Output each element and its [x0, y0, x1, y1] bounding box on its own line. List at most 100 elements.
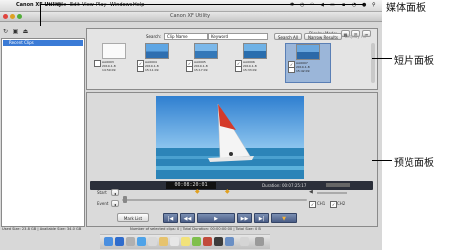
bluetooth-icon[interactable]: ✱	[290, 2, 294, 8]
clip-thumbnail[interactable]: ✓ AA0005 2010-1-8 15:17:09	[184, 43, 225, 81]
spotlight-icon[interactable]: ⚲	[372, 2, 376, 8]
video-frame	[156, 96, 304, 179]
keyword-input[interactable]: Keyword	[208, 33, 268, 40]
eject-icon[interactable]: ⏏	[22, 28, 29, 35]
mark-list-button[interactable]: Mark List	[117, 213, 149, 222]
clip-thumbnail[interactable]: ✓ AA0006 2010-1-8 15:33:09	[233, 43, 274, 81]
ch2-checkbox[interactable]: ✓	[330, 201, 337, 208]
clip-checkbox[interactable]	[94, 60, 101, 67]
clip-thumbnail[interactable]: AA0003 2010-1-8 14:59:09	[92, 43, 133, 81]
menu-help[interactable]: Help	[133, 2, 144, 8]
callout-line-media	[40, 4, 364, 5]
search-label: Search:	[146, 34, 162, 39]
menu-bar: Canon XF Utility File Edit View Play Win…	[0, 0, 382, 12]
clip-panel: Display Mode: ▦ ☰ ≡ Search: Clip Name Ke…	[86, 28, 378, 90]
preview-app-icon[interactable]	[225, 237, 234, 246]
add-mark-button[interactable]: ▼	[271, 213, 297, 223]
ch1-checkbox[interactable]: ✓	[309, 201, 316, 208]
clip-panel-callout: 短片面板	[394, 56, 434, 67]
clip-meta: AA0004 2010-1-8 15:11:09	[145, 60, 159, 72]
volume-slider[interactable]	[317, 192, 347, 194]
calendar-icon[interactable]	[170, 237, 179, 246]
clip-image	[296, 44, 320, 60]
clip-image	[102, 43, 126, 59]
search-field-select[interactable]: Clip Name	[164, 33, 208, 40]
media-toolbar: ↻ ▣ ⏏	[1, 27, 83, 38]
close-window-button[interactable]	[3, 14, 8, 19]
system-preferences-icon[interactable]	[126, 237, 135, 246]
timecode-display: 00:08:20:01	[166, 182, 216, 189]
messages-icon[interactable]	[192, 237, 201, 246]
app-store-icon[interactable]	[115, 237, 124, 246]
mark-out-icon: ◆	[225, 188, 230, 195]
menu-view[interactable]: View	[82, 2, 94, 8]
wifi-icon[interactable]: ◠	[310, 2, 314, 8]
playback-slider-thumb[interactable]	[123, 196, 127, 203]
menu-edit[interactable]: Edit	[70, 2, 80, 8]
clip-mark-icon	[288, 67, 295, 73]
zoom-window-button[interactable]	[17, 14, 22, 19]
menu-windows[interactable]: Windows	[110, 2, 132, 8]
clip-thumbnail[interactable]: ✓ AA0004 2010-1-8 15:11:09	[135, 43, 176, 81]
folder-icon[interactable]: ▣	[12, 28, 19, 35]
timecode-bar: 00:08:20:01 Duration: 00:07:25:17	[90, 181, 373, 190]
volume-icon[interactable]: ◀	[320, 2, 324, 8]
duration-display: Duration: 00:07:25:17	[262, 183, 307, 188]
clip-thumbnail-selected[interactable]: ✓ AA0007 2010-1-8 15:42:09	[285, 43, 331, 83]
preview-panel: 00:08:20:01 Duration: 00:07:25:17 Start …	[86, 92, 378, 227]
search-all-button[interactable]: Search All	[274, 33, 302, 40]
event-label: Event	[97, 201, 109, 206]
play-button[interactable]: ▶	[197, 213, 235, 223]
trash-icon[interactable]	[255, 237, 264, 246]
rewind-icon: ◀◀	[183, 216, 192, 222]
clip-scrollbar[interactable]	[371, 43, 375, 83]
rewind-button[interactable]: ◀◀	[180, 213, 195, 223]
preview-panel-callout: 预览面板	[394, 158, 434, 169]
volume-meter	[326, 183, 350, 187]
flag-icon[interactable]: ▪	[342, 2, 345, 8]
menu-app-name[interactable]: Canon XF Utility	[16, 2, 62, 8]
clip-meta: AA0006 2010-1-8 15:33:09	[243, 60, 257, 72]
go-to-start-button[interactable]: |◀	[163, 213, 178, 223]
safari-icon[interactable]	[137, 237, 146, 246]
display-all-button[interactable]: Display All	[345, 34, 366, 39]
media-item-recent-clips[interactable]: Recent Clips	[3, 40, 83, 46]
narrow-results-button[interactable]: Narrow Results	[304, 33, 342, 40]
time-machine-icon[interactable]: ◷	[300, 2, 304, 8]
go-to-end-button[interactable]: ▶|	[254, 213, 269, 223]
mail-icon[interactable]	[148, 237, 157, 246]
notes-icon[interactable]	[181, 237, 190, 246]
skip-back-icon: |◀	[167, 216, 174, 222]
callout-line-clip	[372, 58, 392, 59]
clip-mark-icon	[186, 66, 193, 72]
user-icon[interactable]: ●	[362, 2, 366, 8]
documents-stack-icon[interactable]	[240, 237, 249, 246]
menu-file[interactable]: File	[58, 2, 66, 8]
clock-icon[interactable]: ◔	[352, 2, 356, 8]
app-screen: Canon XF Utility File Edit View Play Win…	[0, 0, 382, 250]
media-panel-callout: 媒体面板	[386, 3, 426, 14]
clip-image	[243, 43, 267, 59]
fast-forward-button[interactable]: ▶▶	[237, 213, 252, 223]
keyword-placeholder: Keyword	[211, 34, 229, 39]
contacts-icon[interactable]	[159, 237, 168, 246]
skip-forward-icon: ▶|	[258, 216, 265, 222]
start-label: Start	[97, 190, 107, 195]
finder-icon[interactable]	[104, 237, 113, 246]
minimize-window-button[interactable]	[10, 14, 15, 19]
reload-icon[interactable]: ↻	[2, 28, 9, 35]
canon-utility-icon[interactable]	[203, 237, 212, 246]
battery-icon[interactable]: ▭	[330, 2, 335, 8]
terminal-icon[interactable]	[214, 237, 223, 246]
callout-line-preview	[372, 160, 392, 161]
window-titlebar: Canon XF Utility	[0, 12, 382, 22]
clip-mark-icon	[235, 66, 242, 72]
set-event-button[interactable]: ◂	[111, 200, 119, 207]
media-panel: Recent Clips	[1, 38, 85, 227]
menu-play[interactable]: Play	[96, 2, 106, 8]
selection-status: Number of selected clips: 0 | Total Dura…	[130, 227, 261, 231]
sailboat-image	[156, 96, 304, 179]
playback-slider[interactable]	[122, 199, 307, 201]
ch2-label: CH2	[337, 201, 346, 206]
set-start-button[interactable]: ◂	[111, 189, 119, 196]
